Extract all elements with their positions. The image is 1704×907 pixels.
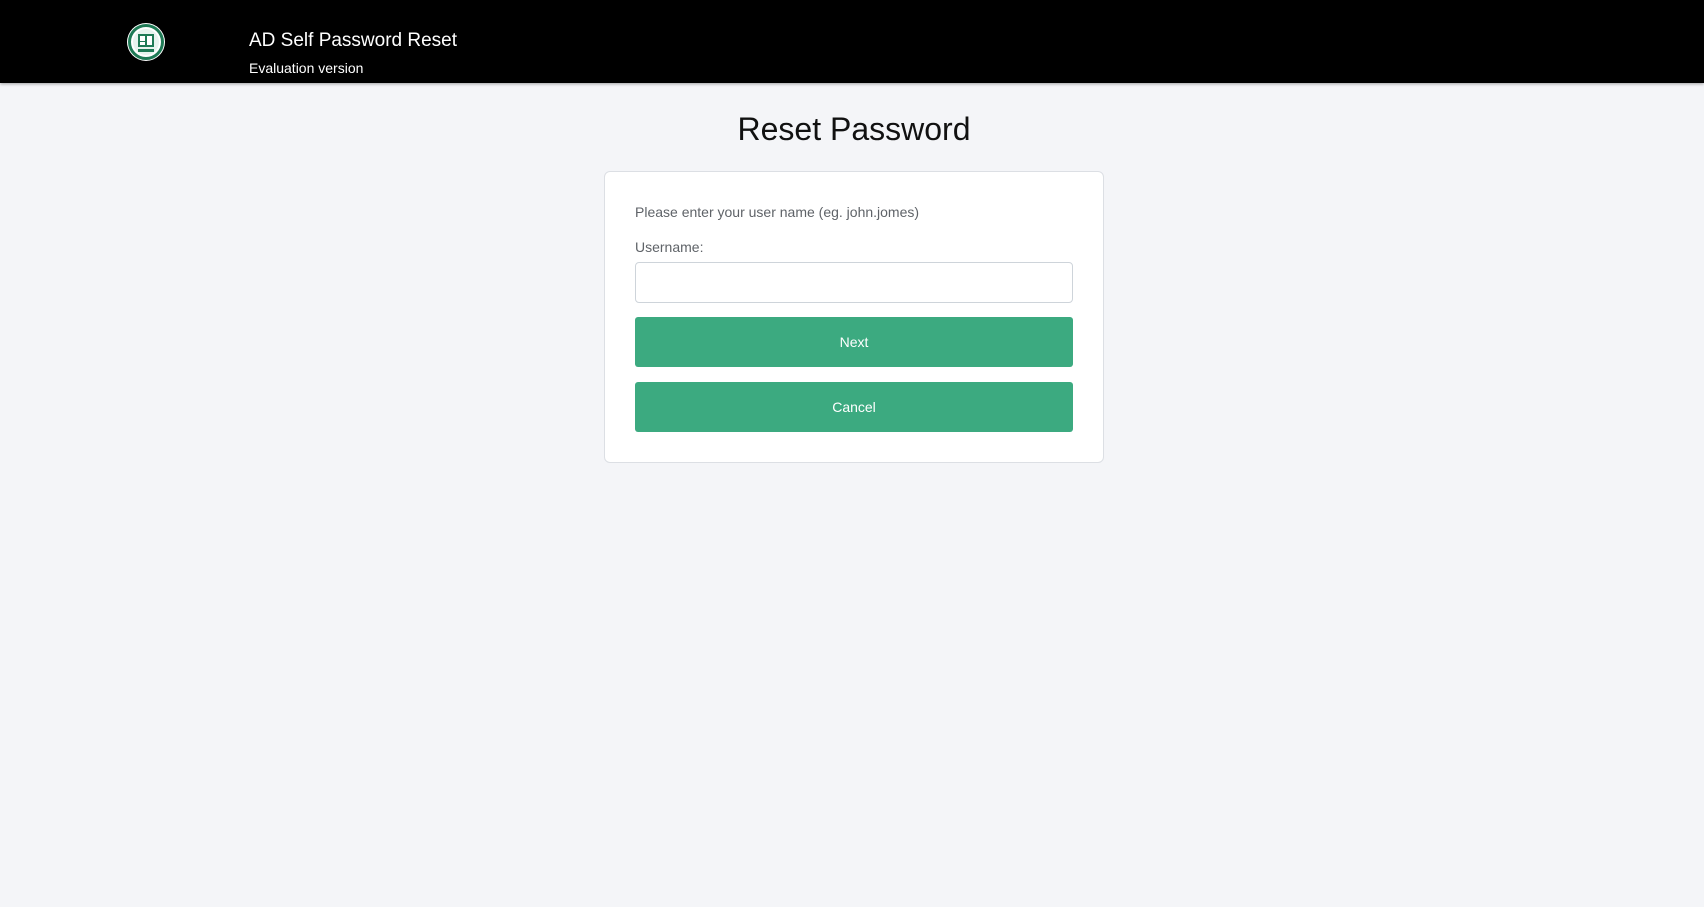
app-title: AD Self Password Reset — [249, 30, 458, 51]
page-title: Reset Password — [737, 111, 971, 147]
username-hint-text: Please enter your user name (eg. john.jo… — [635, 204, 920, 220]
username-input[interactable] — [635, 262, 1073, 303]
reset-password-form-card: Please enter your user name (eg. john.jo… — [604, 171, 1104, 463]
app-subtitle: Evaluation version — [249, 60, 364, 76]
cancel-button[interactable]: Cancel — [635, 382, 1073, 432]
top-header-bar: AD Self Password Reset Evaluation versio… — [0, 0, 1704, 83]
next-button[interactable]: Next — [635, 317, 1073, 367]
username-label: Username: — [635, 239, 704, 255]
organization-logo-icon — [127, 23, 165, 61]
